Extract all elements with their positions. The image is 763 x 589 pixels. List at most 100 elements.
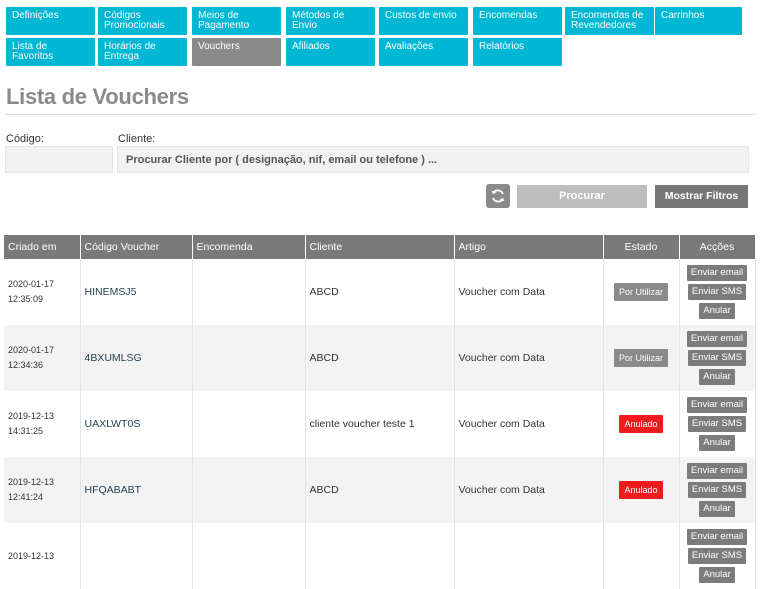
- tab-codigos-promocionais[interactable]: Códigos Promocionais: [98, 7, 187, 35]
- search-button[interactable]: Procurar: [517, 185, 647, 208]
- table-row: 2019-12-13 Enviar email Enviar SMS Anula…: [4, 523, 756, 589]
- client-cell: cliente voucher teste 1: [305, 391, 455, 457]
- voucher-code[interactable]: HFQABABT: [80, 457, 193, 523]
- vouchers-table: Criado em Código Voucher Encomenda Clien…: [4, 235, 756, 589]
- col-actions: Acções: [679, 235, 756, 259]
- actions-cell: Enviar email Enviar SMS Anular: [679, 523, 756, 589]
- col-created[interactable]: Criado em: [4, 235, 81, 259]
- item-cell: [454, 523, 604, 589]
- status-badge: Anulado: [619, 481, 663, 499]
- cancel-voucher-button[interactable]: Anular: [699, 435, 735, 451]
- tab-encomendas[interactable]: Encomendas: [473, 7, 562, 35]
- order-cell: [192, 391, 306, 457]
- tab-metodos-de-envio[interactable]: Métodos de Envio: [286, 7, 375, 35]
- created-date: 2019-12-13: [8, 411, 55, 421]
- col-item[interactable]: Artigo: [454, 235, 604, 259]
- status-cell: Por Utilizar: [603, 325, 680, 391]
- client-cell: ABCD: [305, 457, 455, 523]
- order-cell: [192, 259, 306, 325]
- status-cell: Anulado: [603, 391, 680, 457]
- created-date: 2019-12-13: [8, 550, 55, 561]
- created-cell: 2020-01-17 12:34:36: [4, 325, 81, 391]
- col-client[interactable]: Cliente: [305, 235, 455, 259]
- show-filters-button[interactable]: Mostrar Filtros: [655, 185, 748, 208]
- item-cell: Voucher com Data: [454, 259, 604, 325]
- client-search-input[interactable]: [117, 146, 749, 173]
- actions-cell: Enviar email Enviar SMS Anular: [679, 457, 756, 523]
- voucher-code[interactable]: UAXLWT0S: [80, 391, 193, 457]
- item-cell: Voucher com Data: [454, 457, 604, 523]
- code-label: Código:: [6, 133, 44, 145]
- refresh-icon: [491, 189, 505, 203]
- client-cell: ABCD: [305, 325, 455, 391]
- send-email-button[interactable]: Enviar email: [686, 265, 748, 281]
- page-title: Lista de Vouchers: [6, 84, 189, 109]
- title-divider: [6, 114, 755, 115]
- client-cell: ABCD: [305, 259, 455, 325]
- tab-meios-de-pagamento[interactable]: Meios de Pagamento: [192, 7, 281, 35]
- table-row: 2020-01-17 12:34:36 4BXUMLSG ABCD Vouche…: [4, 325, 756, 391]
- actions-cell: Enviar email Enviar SMS Anular: [679, 259, 756, 325]
- tab-avaliacoes[interactable]: Avaliações: [379, 38, 468, 66]
- tab-encomendas-de-revendedores[interactable]: Encomendas de Revendedores: [565, 7, 654, 35]
- created-cell: 2019-12-13 14:31:25: [4, 391, 81, 457]
- send-email-button[interactable]: Enviar email: [686, 397, 748, 413]
- tab-afiliados[interactable]: Afiliados: [286, 38, 375, 66]
- cancel-voucher-button[interactable]: Anular: [699, 501, 735, 517]
- created-time: 14:31:25: [8, 426, 44, 436]
- voucher-code[interactable]: HINEMSJ5: [80, 259, 193, 325]
- col-status[interactable]: Estado: [603, 235, 680, 259]
- created-time: 12:41:24: [8, 492, 44, 502]
- status-cell: [603, 523, 680, 589]
- status-badge: Por Utilizar: [613, 349, 668, 367]
- send-sms-button[interactable]: Enviar SMS: [687, 548, 747, 564]
- cancel-voucher-button[interactable]: Anular: [699, 567, 735, 583]
- send-email-button[interactable]: Enviar email: [686, 463, 748, 479]
- send-sms-button[interactable]: Enviar SMS: [687, 416, 747, 432]
- order-cell: [192, 325, 306, 391]
- order-cell: [192, 523, 306, 589]
- code-input[interactable]: [5, 146, 113, 173]
- send-email-button[interactable]: Enviar email: [686, 331, 748, 347]
- status-cell: Anulado: [603, 457, 680, 523]
- created-date: 2019-12-13: [8, 477, 55, 487]
- created-date: 2020-01-17: [8, 279, 55, 289]
- cancel-voucher-button[interactable]: Anular: [699, 369, 735, 385]
- send-sms-button[interactable]: Enviar SMS: [687, 350, 747, 366]
- table-header-row: Criado em Código Voucher Encomenda Clien…: [4, 235, 756, 259]
- tab-horarios-de-entrega[interactable]: Horários de Entrega: [98, 38, 187, 66]
- item-cell: Voucher com Data: [454, 325, 604, 391]
- client-label: Cliente:: [118, 133, 156, 145]
- client-cell: [305, 523, 455, 589]
- tab-vouchers[interactable]: Vouchers: [192, 38, 281, 66]
- created-cell: 2019-12-13: [4, 523, 81, 589]
- cancel-voucher-button[interactable]: Anular: [699, 303, 735, 319]
- send-sms-button[interactable]: Enviar SMS: [687, 284, 747, 300]
- order-cell: [192, 457, 306, 523]
- col-order[interactable]: Encomenda: [192, 235, 306, 259]
- created-cell: 2019-12-13 12:41:24: [4, 457, 81, 523]
- tab-definicoes[interactable]: Definições: [6, 7, 95, 35]
- tab-carrinhos[interactable]: Carrinhos: [655, 7, 742, 35]
- actions-cell: Enviar email Enviar SMS Anular: [679, 391, 756, 457]
- send-sms-button[interactable]: Enviar SMS: [687, 482, 747, 498]
- created-time: 12:34:36: [8, 360, 44, 370]
- send-email-button[interactable]: Enviar email: [686, 529, 748, 545]
- table-row: 2019-12-13 12:41:24 HFQABABT ABCD Vouche…: [4, 457, 756, 523]
- status-badge: Por Utilizar: [613, 283, 668, 301]
- voucher-code[interactable]: 4BXUMLSG: [80, 325, 193, 391]
- table-row: 2020-01-17 12:35:09 HINEMSJ5 ABCD Vouche…: [4, 259, 756, 325]
- col-code[interactable]: Código Voucher: [80, 235, 193, 259]
- refresh-button[interactable]: [486, 184, 510, 208]
- created-cell: 2020-01-17 12:35:09: [4, 259, 81, 325]
- table-row: 2019-12-13 14:31:25 UAXLWT0S cliente vou…: [4, 391, 756, 457]
- tab-lista-de-favoritos[interactable]: Lista de Favoritos: [6, 38, 95, 66]
- status-cell: Por Utilizar: [603, 259, 680, 325]
- voucher-code[interactable]: [80, 523, 193, 589]
- created-time: 12:35:09: [8, 294, 44, 304]
- status-badge: Anulado: [619, 415, 663, 433]
- actions-cell: Enviar email Enviar SMS Anular: [679, 325, 756, 391]
- tab-custos-de-envio[interactable]: Custos de envio: [379, 7, 468, 35]
- tab-relatorios[interactable]: Relatórios: [473, 38, 562, 66]
- created-date: 2020-01-17: [8, 345, 55, 355]
